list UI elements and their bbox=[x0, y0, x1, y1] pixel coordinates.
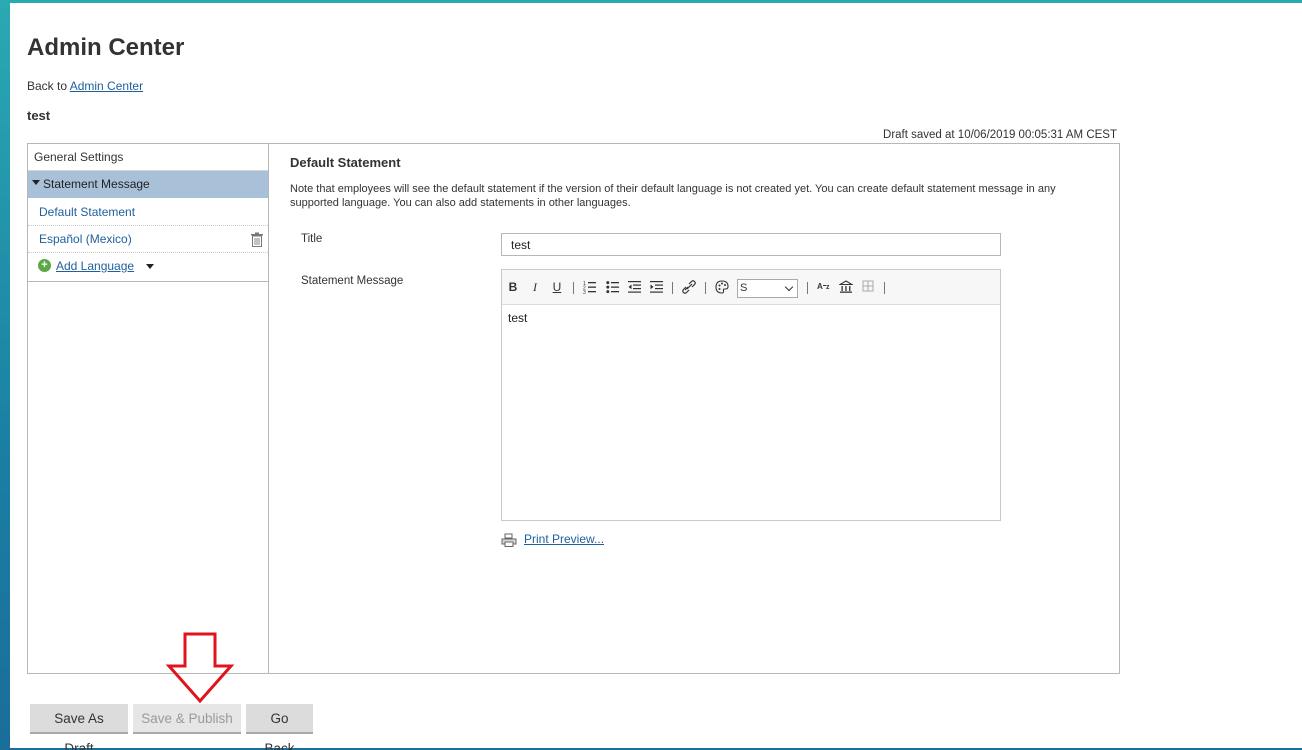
spellcheck-icon[interactable]: A z bbox=[817, 279, 833, 295]
numbered-list-icon[interactable]: 1 2 3 bbox=[583, 279, 597, 295]
bullet-list-icon[interactable] bbox=[606, 279, 620, 295]
title-input[interactable] bbox=[501, 233, 1001, 256]
sidebar: General Settings Statement Message Defau… bbox=[28, 144, 269, 673]
title-label: Title bbox=[301, 233, 323, 245]
go-back-button[interactable]: Go Back bbox=[246, 704, 313, 750]
info-note: Note that employees will see the default… bbox=[290, 183, 1056, 209]
svg-text:A: A bbox=[817, 282, 823, 291]
breadcrumb: Back to Admin Center bbox=[27, 79, 143, 93]
add-language-link[interactable]: Add Language bbox=[56, 259, 134, 273]
expand-triangle-icon bbox=[32, 180, 40, 186]
sidebar-item-general-settings[interactable]: General Settings bbox=[28, 144, 268, 171]
chevron-down-icon[interactable] bbox=[146, 264, 155, 270]
statement-message-label: Statement Message bbox=[301, 275, 404, 287]
sidebar-item-label: Statement Message bbox=[43, 177, 150, 191]
italic-button[interactable]: I bbox=[530, 279, 540, 295]
page-title: Admin Center bbox=[27, 34, 185, 61]
link-icon[interactable] bbox=[682, 279, 696, 295]
toolbar-separator bbox=[573, 282, 574, 294]
rich-text-editor: B I U 1 2 3 S A z test bbox=[501, 269, 1001, 521]
institution-icon[interactable] bbox=[839, 279, 853, 295]
font-size-select[interactable]: S bbox=[737, 279, 798, 298]
editor-content[interactable]: test bbox=[502, 305, 1000, 520]
underline-button[interactable]: U bbox=[552, 279, 562, 295]
print-preview-link[interactable]: Print Preview... bbox=[524, 532, 604, 546]
chevron-down-icon bbox=[784, 282, 794, 292]
font-size-value: S bbox=[740, 282, 748, 294]
save-as-draft-button[interactable]: Save As Draft bbox=[30, 704, 128, 750]
section-title: Default Statement bbox=[290, 155, 401, 170]
editor-toolbar: B I U 1 2 3 S A z bbox=[502, 270, 1000, 305]
red-arrow-annotation bbox=[165, 632, 235, 704]
sidebar-item-statement-message[interactable]: Statement Message bbox=[28, 171, 268, 198]
toolbar-separator bbox=[705, 282, 706, 294]
toolbar-separator bbox=[807, 282, 808, 294]
page-frame: Admin Center Back to Admin Center test D… bbox=[10, 3, 1302, 748]
bold-button[interactable]: B bbox=[508, 279, 518, 295]
save-and-publish-button[interactable]: Save & Publish bbox=[133, 704, 241, 734]
indent-icon[interactable] bbox=[650, 279, 664, 295]
trash-icon[interactable] bbox=[250, 232, 264, 247]
toolbar-separator bbox=[884, 282, 885, 294]
record-name: test bbox=[27, 108, 51, 123]
sidebar-item-default-statement[interactable]: Default Statement bbox=[28, 199, 268, 226]
draft-status: Draft saved at 10/06/2019 00:05:31 AM CE… bbox=[883, 129, 1117, 141]
editor-panel: General Settings Statement Message Defau… bbox=[27, 143, 1120, 674]
admin-center-link[interactable]: Admin Center bbox=[70, 79, 143, 93]
sidebar-item-label: Español (Mexico) bbox=[39, 232, 132, 246]
printer-icon[interactable] bbox=[501, 533, 517, 547]
back-prefix: Back to bbox=[27, 79, 68, 93]
color-palette-icon[interactable] bbox=[715, 279, 729, 295]
content-area: Default Statement Note that employees wi… bbox=[270, 144, 1119, 673]
svg-text:z: z bbox=[826, 284, 830, 291]
plus-circle-icon[interactable]: + bbox=[38, 259, 51, 273]
add-language-row: + Add Language bbox=[28, 253, 268, 282]
sidebar-item-espanol-mexico[interactable]: Español (Mexico) bbox=[28, 226, 268, 253]
outdent-icon[interactable] bbox=[628, 279, 642, 295]
print-preview-row: Print Preview... bbox=[501, 532, 604, 547]
svg-text:3: 3 bbox=[583, 290, 586, 295]
table-icon[interactable] bbox=[861, 279, 875, 295]
toolbar-separator bbox=[672, 282, 673, 294]
